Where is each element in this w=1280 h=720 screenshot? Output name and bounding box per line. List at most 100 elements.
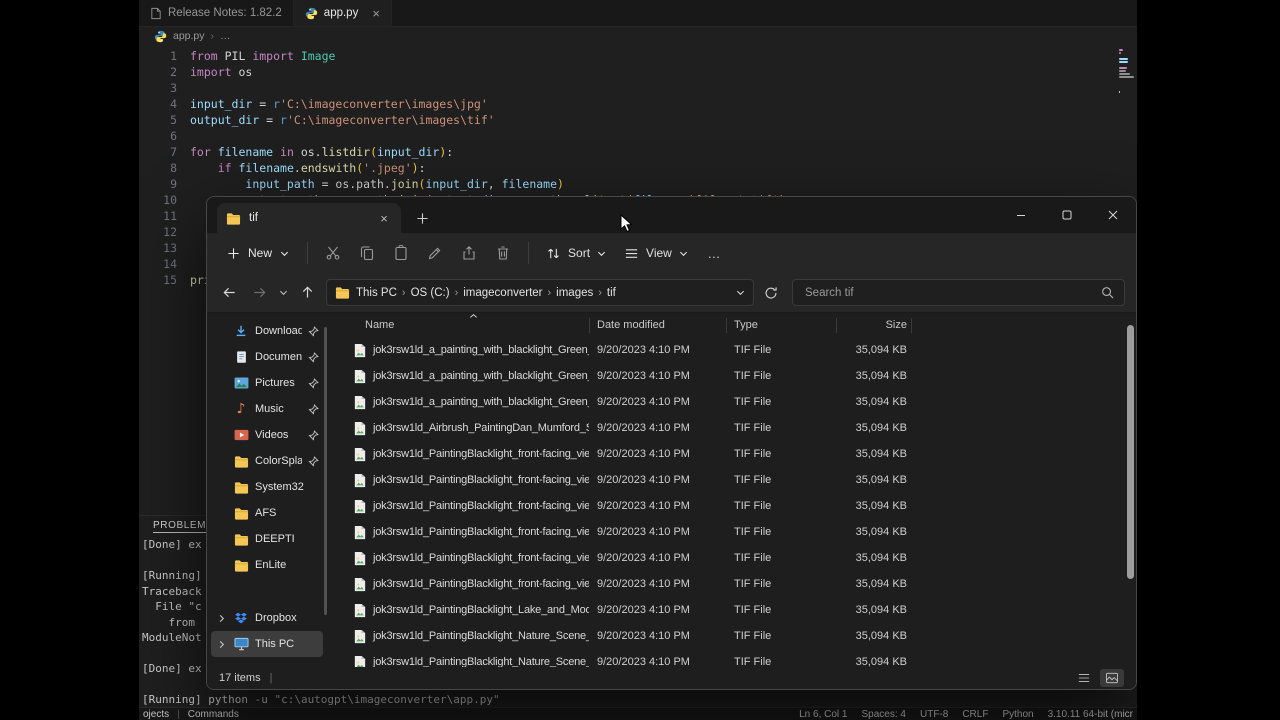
- breadcrumb-item[interactable]: imageconverter: [459, 287, 546, 299]
- file-row[interactable]: jok3rsw1ld_PaintingBlacklight_Nature_Sce…: [327, 623, 1136, 649]
- sidebar-item-deepti[interactable]: DEEPTI: [211, 526, 323, 552]
- file-size-cell: 35,094 KB: [855, 656, 907, 667]
- paste-button[interactable]: [384, 237, 418, 269]
- status-item[interactable]: Ln 6, Col 1: [799, 709, 847, 720]
- status-item[interactable]: CRLF: [962, 709, 988, 720]
- file-row[interactable]: jok3rsw1ld_a_painting_with_blacklight_Gr…: [327, 389, 1136, 415]
- sidebar-item-downloads[interactable]: Downloads: [211, 318, 323, 344]
- sidebar-item-colorsplashpr[interactable]: ColorSplashPr: [211, 448, 323, 474]
- search-icon[interactable]: [1101, 286, 1114, 299]
- sidebar-item-music[interactable]: ♪ Music: [211, 396, 323, 422]
- column-divider[interactable]: [836, 318, 837, 333]
- file-row[interactable]: jok3rsw1ld_PaintingBlacklight_front-faci…: [327, 467, 1136, 493]
- minimap[interactable]: [1119, 49, 1135, 94]
- file-row[interactable]: jok3rsw1ld_a_painting_with_blacklight_Gr…: [327, 337, 1136, 363]
- editor-tab[interactable]: Release Notes: 1.82.2: [139, 0, 294, 26]
- file-row[interactable]: jok3rsw1ld_PaintingBlacklight_Nature_Sce…: [327, 649, 1136, 667]
- details-view-button[interactable]: [1072, 669, 1096, 687]
- sidebar-item-enlite[interactable]: EnLite: [211, 552, 323, 578]
- delete-button[interactable]: [486, 237, 520, 269]
- breadcrumb-more[interactable]: …: [220, 30, 231, 42]
- tab-close-icon[interactable]: ×: [372, 6, 380, 21]
- column-divider[interactable]: [726, 318, 727, 333]
- pc-icon: [233, 637, 249, 651]
- close-button[interactable]: [1090, 197, 1136, 233]
- column-header-date[interactable]: Date modified: [589, 319, 726, 331]
- status-item[interactable]: Spaces: 4: [862, 709, 906, 720]
- file-row[interactable]: jok3rsw1ld_PaintingBlacklight_front-faci…: [327, 545, 1136, 571]
- copy-button[interactable]: [350, 237, 384, 269]
- address-bar[interactable]: This PC › OS (C:) › imageconverter › images › ti…: [326, 279, 754, 306]
- file-name-cell: jok3rsw1ld_Airbrush_PaintingDan_Mumford_…: [327, 421, 589, 436]
- file-row[interactable]: jok3rsw1ld_PaintingBlacklight_Lake_and_M…: [327, 597, 1136, 623]
- rename-button[interactable]: [418, 237, 452, 269]
- search-box[interactable]: [792, 279, 1125, 306]
- explorer-titlebar[interactable]: tif ×: [207, 197, 1136, 233]
- thumbnail-view-button[interactable]: [1100, 669, 1124, 687]
- sidebar-item-pictures[interactable]: Pictures: [211, 370, 323, 396]
- new-button[interactable]: New: [217, 240, 299, 266]
- chevron-right-icon[interactable]: [217, 614, 227, 623]
- file-row[interactable]: jok3rsw1ld_PaintingBlacklight_front-faci…: [327, 493, 1136, 519]
- more-options-button[interactable]: …: [697, 237, 731, 269]
- file-row[interactable]: jok3rsw1ld_Airbrush_PaintingDan_Mumford_…: [327, 415, 1136, 441]
- new-tab-button[interactable]: [409, 205, 435, 231]
- breadcrumb[interactable]: app.py › …: [139, 27, 1137, 45]
- sort-button[interactable]: Sort: [537, 240, 615, 267]
- up-button[interactable]: [292, 278, 322, 308]
- breadcrumb-file[interactable]: app.py: [173, 30, 205, 42]
- back-button[interactable]: [214, 278, 244, 308]
- status-item[interactable]: UTF-8: [920, 709, 948, 720]
- address-dropdown-button[interactable]: [736, 288, 745, 297]
- sidebar-item-system32[interactable]: System32: [211, 474, 323, 500]
- recent-locations-button[interactable]: [274, 278, 292, 308]
- breadcrumb-item[interactable]: images: [552, 287, 597, 299]
- column-header-name[interactable]: Name: [327, 319, 589, 331]
- editor-tab[interactable]: app.py ×: [293, 0, 392, 26]
- cut-button[interactable]: [316, 237, 350, 269]
- minimize-button[interactable]: [998, 197, 1044, 233]
- tab-close-icon[interactable]: ×: [376, 211, 392, 226]
- status-commands[interactable]: Commands: [188, 709, 239, 720]
- column-header-size[interactable]: Size: [836, 319, 911, 331]
- file-rows: jok3rsw1ld_a_painting_with_blacklight_Gr…: [327, 337, 1136, 667]
- maximize-button[interactable]: [1044, 197, 1090, 233]
- breadcrumb-item[interactable]: This PC: [352, 287, 401, 299]
- refresh-button[interactable]: [756, 278, 786, 308]
- column-divider[interactable]: [589, 318, 590, 333]
- file-row[interactable]: jok3rsw1ld_a_painting_with_blacklight_Gr…: [327, 363, 1136, 389]
- file-size-cell: 35,094 KB: [855, 578, 907, 590]
- file-row[interactable]: jok3rsw1ld_PaintingBlacklight_front-faci…: [327, 519, 1136, 545]
- sidebar-item-videos[interactable]: Videos: [211, 422, 323, 448]
- minimap-line: [1119, 49, 1123, 51]
- sidebar-item-afs[interactable]: AFS: [211, 500, 323, 526]
- column-divider[interactable]: [911, 318, 912, 333]
- tab-problems[interactable]: PROBLEMS: [153, 520, 214, 533]
- search-input[interactable]: [803, 285, 1093, 300]
- folder-icon: [233, 507, 249, 520]
- sidebar-item-documents[interactable]: Documents: [211, 344, 323, 370]
- view-button[interactable]: View: [615, 240, 697, 267]
- file-name-cell: jok3rsw1ld_PaintingBlacklight_front-faci…: [327, 551, 589, 566]
- file-row[interactable]: jok3rsw1ld_PaintingBlacklight_front-faci…: [327, 571, 1136, 597]
- sidebar-item-this-pc[interactable]: This PC: [211, 631, 323, 657]
- file-date-cell: 9/20/2023 4:10 PM: [597, 500, 690, 512]
- share-button[interactable]: [452, 237, 486, 269]
- sidebar-item-label: Dropbox: [255, 612, 297, 624]
- chevron-right-icon[interactable]: [217, 640, 227, 649]
- explorer-tab[interactable]: tif ×: [217, 203, 401, 233]
- forward-button[interactable]: [244, 278, 274, 308]
- status-item[interactable]: Python: [1002, 709, 1033, 720]
- sidebar-item-label: Pictures: [255, 377, 295, 389]
- line-number: 11: [163, 209, 177, 223]
- breadcrumb-item[interactable]: tif: [603, 287, 620, 299]
- column-header-type[interactable]: Type: [726, 319, 836, 331]
- breadcrumb-item[interactable]: OS (C:): [407, 287, 454, 299]
- status-item[interactable]: 3.10.11 64-bit (micr: [1048, 709, 1133, 720]
- new-button-label: New: [248, 246, 273, 260]
- status-projects[interactable]: ojects: [143, 709, 169, 720]
- list-scrollbar[interactable]: [1127, 325, 1134, 579]
- sidebar-item-dropbox[interactable]: Dropbox: [211, 605, 323, 631]
- file-row[interactable]: jok3rsw1ld_PaintingBlacklight_front-faci…: [327, 441, 1136, 467]
- file-date-cell: 9/20/2023 4:10 PM: [597, 344, 690, 356]
